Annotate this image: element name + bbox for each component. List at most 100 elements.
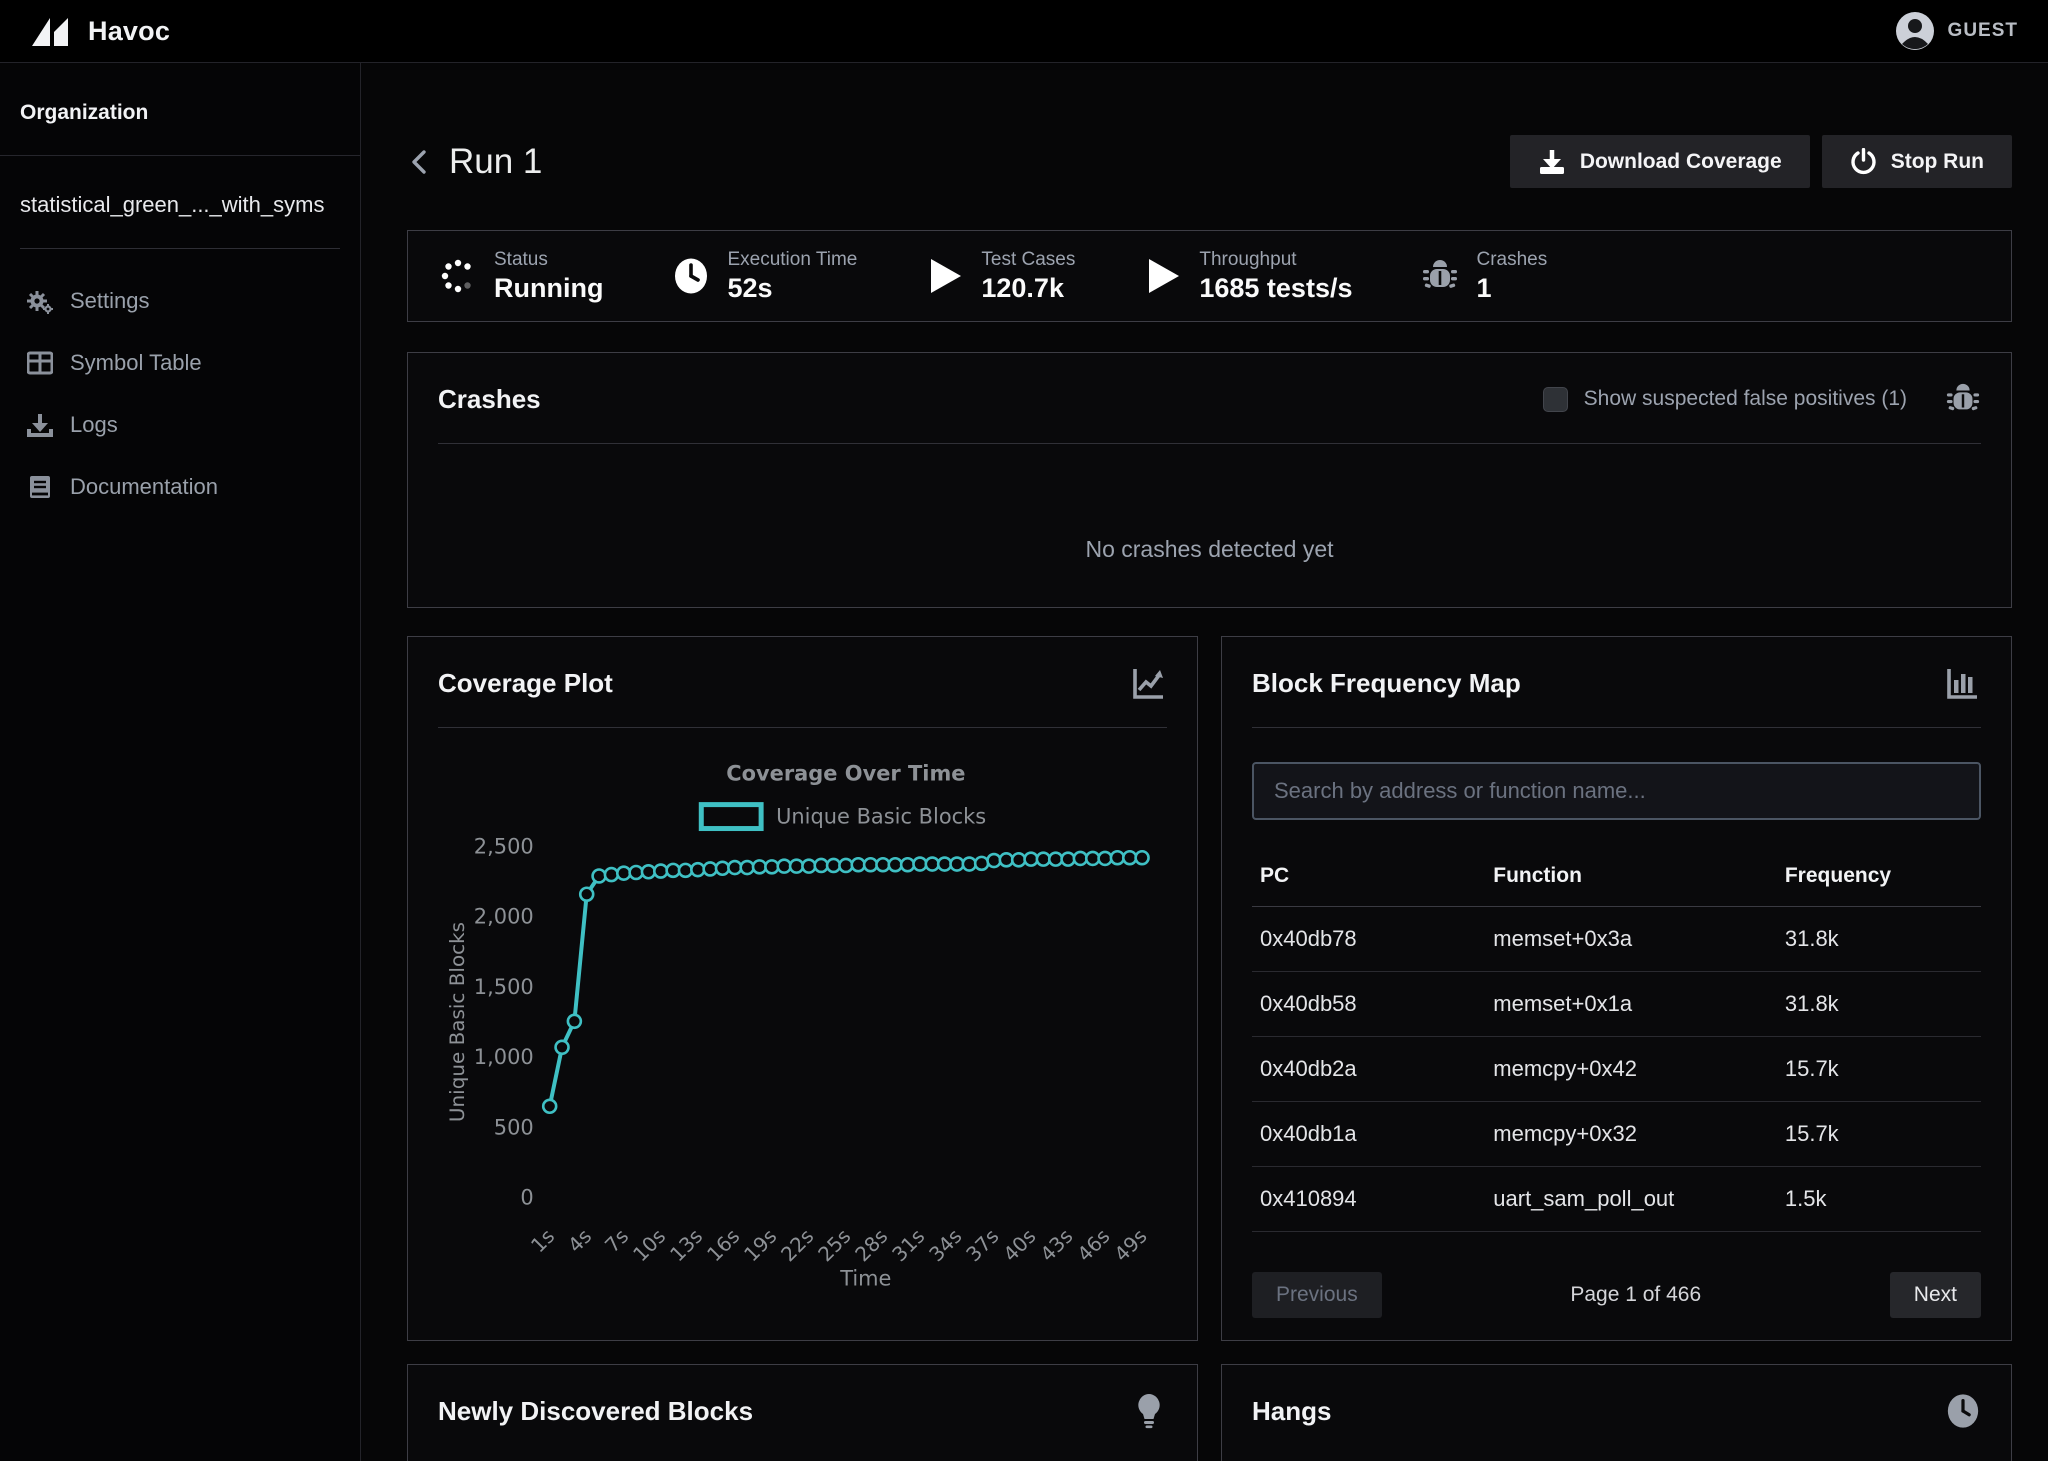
download-coverage-button[interactable]: Download Coverage xyxy=(1510,135,1810,188)
svg-text:Time: Time xyxy=(839,1266,891,1290)
svg-text:1s: 1s xyxy=(526,1224,559,1257)
crashes-panel: Crashes Show suspected false positives (… xyxy=(407,352,2012,608)
svg-text:2,500: 2,500 xyxy=(474,834,534,858)
pagination: Previous Page 1 of 466 Next xyxy=(1252,1272,1981,1318)
svg-text:Coverage Over Time: Coverage Over Time xyxy=(726,762,965,786)
havoc-logo-icon xyxy=(30,12,74,50)
crashes-empty-message: No crashes detected yet xyxy=(438,444,1981,563)
stat-test-cases: Test Cases 120.7k xyxy=(925,249,1075,304)
newly-discovered-title: Newly Discovered Blocks xyxy=(438,1396,753,1427)
coverage-plot-panel: Coverage Plot Coverage Over TimeUnique B… xyxy=(407,636,1198,1341)
svg-text:500: 500 xyxy=(494,1115,534,1139)
sidebar-nav: Settings Symbol Table xyxy=(0,249,360,539)
table-row[interactable]: 0x40db1amemcpy+0x3215.7k xyxy=(1252,1102,1981,1167)
svg-text:0: 0 xyxy=(520,1186,533,1210)
svg-text:19s: 19s xyxy=(739,1224,781,1266)
table-cell: 1.5k xyxy=(1777,1167,1981,1232)
table-cell: 15.7k xyxy=(1777,1037,1981,1102)
sidebar-item-label: Settings xyxy=(70,288,150,314)
previous-page-button[interactable]: Previous xyxy=(1252,1272,1382,1318)
svg-text:25s: 25s xyxy=(813,1224,855,1266)
sidebar-item-documentation[interactable]: Documentation xyxy=(20,463,340,511)
crashes-title: Crashes xyxy=(438,384,541,415)
download-icon xyxy=(1538,148,1566,176)
stat-status: Status Running xyxy=(438,249,603,304)
table-cell: 0x40db1a xyxy=(1252,1102,1485,1167)
stat-value: 120.7k xyxy=(981,273,1075,304)
page-indicator: Page 1 of 466 xyxy=(1570,1283,1701,1307)
gear-icon xyxy=(26,287,54,315)
block-frequency-panel: Block Frequency Map xyxy=(1221,636,2012,1341)
newly-discovered-panel: Newly Discovered Blocks xyxy=(407,1364,1198,1461)
svg-text:46s: 46s xyxy=(1072,1224,1114,1266)
hangs-title: Hangs xyxy=(1252,1396,1331,1427)
svg-text:4s: 4s xyxy=(563,1224,596,1257)
svg-text:7s: 7s xyxy=(600,1224,633,1257)
stat-throughput: Throughput 1685 tests/s xyxy=(1143,249,1352,304)
lightbulb-icon xyxy=(1131,1393,1167,1429)
avatar-icon[interactable] xyxy=(1894,10,1936,52)
stat-label: Test Cases xyxy=(981,249,1075,271)
main-content: Run 1 Download Coverage xyxy=(361,63,2048,1461)
svg-text:37s: 37s xyxy=(961,1224,1003,1266)
table-row[interactable]: 0x410894uart_sam_poll_out1.5k xyxy=(1252,1167,1981,1232)
line-chart-icon xyxy=(1131,665,1167,701)
svg-text:43s: 43s xyxy=(1035,1224,1077,1266)
svg-text:1,500: 1,500 xyxy=(474,975,534,999)
page-title: Run 1 xyxy=(449,142,542,182)
false-positives-label[interactable]: Show suspected false positives (1) xyxy=(1584,387,1907,411)
table-cell: memset+0x3a xyxy=(1485,907,1777,972)
stop-run-label: Stop Run xyxy=(1891,150,1984,174)
svg-text:28s: 28s xyxy=(850,1224,892,1266)
svg-text:Unique Basic Blocks: Unique Basic Blocks xyxy=(445,922,469,1122)
clock-icon xyxy=(671,256,711,296)
column-header-frequency[interactable]: Frequency xyxy=(1777,850,1981,907)
svg-text:1,000: 1,000 xyxy=(474,1045,534,1069)
stat-value: 52s xyxy=(727,273,857,304)
table-row[interactable]: 0x40db58memset+0x1a31.8k xyxy=(1252,972,1981,1037)
svg-text:Unique Basic Blocks: Unique Basic Blocks xyxy=(776,805,986,829)
table-cell: 0x40db2a xyxy=(1252,1037,1485,1102)
table-row[interactable]: 0x40db78memset+0x3a31.8k xyxy=(1252,907,1981,972)
column-header-pc[interactable]: PC xyxy=(1252,850,1485,907)
svg-text:34s: 34s xyxy=(924,1224,966,1266)
svg-text:16s: 16s xyxy=(702,1224,744,1266)
bar-chart-icon xyxy=(1945,665,1981,701)
stat-label: Crashes xyxy=(1476,249,1547,271)
block-frequency-title: Block Frequency Map xyxy=(1252,668,1521,699)
table-icon xyxy=(26,349,54,377)
sidebar-project-name[interactable]: statistical_green_..._with_syms xyxy=(0,156,360,248)
stat-value: Running xyxy=(494,273,603,304)
table-row[interactable]: 0x40db2amemcpy+0x4215.7k xyxy=(1252,1037,1981,1102)
stat-label: Execution Time xyxy=(727,249,857,271)
next-page-button[interactable]: Next xyxy=(1890,1272,1981,1318)
stat-crashes: Crashes 1 xyxy=(1420,249,1547,304)
clock-icon xyxy=(1945,1393,1981,1429)
svg-text:40s: 40s xyxy=(998,1224,1040,1266)
power-icon xyxy=(1850,148,1877,175)
hangs-panel: Hangs xyxy=(1221,1364,2012,1461)
stat-label: Status xyxy=(494,249,603,271)
sidebar-item-symbol-table[interactable]: Symbol Table xyxy=(20,339,340,387)
bug-icon xyxy=(1420,256,1460,296)
sidebar-item-label: Logs xyxy=(70,412,118,438)
svg-text:13s: 13s xyxy=(665,1224,707,1266)
sidebar-section-organization: Organization xyxy=(0,63,360,155)
sidebar-item-logs[interactable]: Logs xyxy=(20,401,340,449)
table-cell: 0x40db78 xyxy=(1252,907,1485,972)
sidebar-item-settings[interactable]: Settings xyxy=(20,277,340,325)
brand-name: Havoc xyxy=(88,16,170,47)
play-icon xyxy=(925,256,965,296)
stop-run-button[interactable]: Stop Run xyxy=(1822,135,2012,188)
block-frequency-table: PC Function Frequency 0x40db78memset+0x3… xyxy=(1252,850,1981,1232)
stat-label: Throughput xyxy=(1199,249,1352,271)
column-header-function[interactable]: Function xyxy=(1485,850,1777,907)
block-search-input[interactable] xyxy=(1252,762,1981,820)
brand: Havoc xyxy=(30,12,170,50)
user-menu[interactable]: GUEST xyxy=(1894,10,2018,52)
table-cell: 0x410894 xyxy=(1252,1167,1485,1232)
sidebar-item-label: Documentation xyxy=(70,474,218,500)
back-button[interactable] xyxy=(407,149,433,175)
table-cell: memcpy+0x42 xyxy=(1485,1037,1777,1102)
false-positives-checkbox[interactable] xyxy=(1543,387,1568,412)
